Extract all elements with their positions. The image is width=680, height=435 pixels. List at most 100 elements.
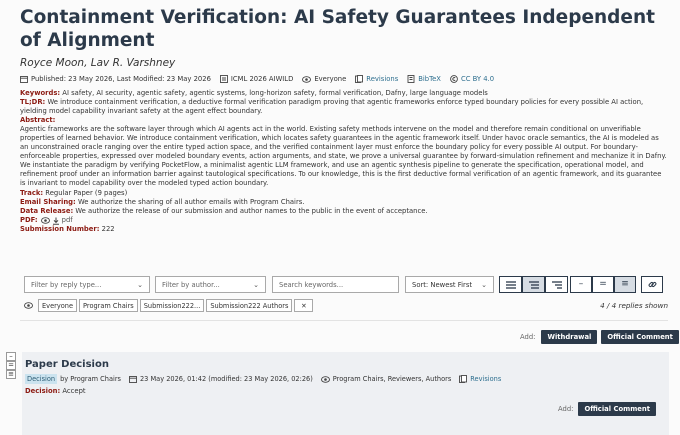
reply-readers: Program Chairs, Reviewers, Authors xyxy=(320,375,452,383)
bibtex-link[interactable]: BibTeX xyxy=(407,75,441,83)
keyword-search-input[interactable]: Search keywords... xyxy=(272,276,399,293)
reader-filter-chips: Everyone Program Chairs Submission222...… xyxy=(24,299,315,312)
expand-all-button[interactable]: ≡ xyxy=(614,276,636,293)
author-filter[interactable]: Filter by author... ⌄ xyxy=(155,276,266,293)
reply-card xyxy=(22,352,669,435)
reply-readers-text: Program Chairs, Reviewers, Authors xyxy=(332,375,452,383)
release-label: Data Release: xyxy=(20,207,74,215)
release-value: We authorize the release of our submissi… xyxy=(75,207,428,215)
replies-count: 4 / 4 replies shown xyxy=(600,301,668,310)
abstract-row: Abstract: Agentic frameworks are the sof… xyxy=(20,116,668,188)
threaded-list-icon xyxy=(528,280,539,289)
calendar-icon xyxy=(20,75,28,83)
pdf-link[interactable]: pdf xyxy=(62,216,73,225)
reply-date: 23 May 2026, 01:42 (modified: 23 May 202… xyxy=(129,375,313,383)
revisions-link[interactable]: Revisions xyxy=(355,75,398,83)
collapse-reply-button[interactable]: – xyxy=(6,352,16,361)
reply-signature: by Program Chairs xyxy=(60,375,121,383)
collapse-button[interactable]: – xyxy=(570,276,592,293)
invitation-badge: Decision xyxy=(25,374,58,384)
reply-add-label: Add: xyxy=(558,405,574,413)
expand-all-reply-button[interactable]: ≡ xyxy=(6,370,16,379)
author-placeholder: Filter by author... xyxy=(162,280,220,289)
venue-icon xyxy=(219,75,228,83)
meta-bar: Published: 23 May 2026, Last Modified: 2… xyxy=(20,75,503,83)
abstract-label: Abstract: xyxy=(20,116,56,124)
search-placeholder: Search keywords... xyxy=(279,280,344,289)
divider xyxy=(20,320,668,321)
chevron-down-icon: ⌄ xyxy=(481,280,487,289)
readers-info: Everyone xyxy=(302,75,346,83)
reply-type-filter[interactable]: Filter by reply type... ⌄ xyxy=(24,276,150,293)
tldr-row: TL;DR: We introduce containment verifica… xyxy=(20,98,668,116)
track-value: Regular Paper (9 pages) xyxy=(45,189,128,197)
sort-value: Sort: Newest First xyxy=(412,280,473,289)
clear-chips-button[interactable]: ✕ xyxy=(294,299,314,312)
track-row: Track: Regular Paper (9 pages) xyxy=(20,189,668,198)
reply-revisions-label[interactable]: Revisions xyxy=(470,375,501,383)
email-row: Email Sharing: We authorize the sharing … xyxy=(20,198,668,207)
sort-select[interactable]: Sort: Newest First ⌄ xyxy=(405,276,494,293)
readers-text: Everyone xyxy=(314,75,347,83)
revisions-label[interactable]: Revisions xyxy=(366,75,398,83)
keywords-label: Keywords: xyxy=(20,89,61,97)
chip-everyone[interactable]: Everyone xyxy=(38,299,78,312)
reply-official-comment-button[interactable]: Official Comment xyxy=(578,402,656,416)
download-icon[interactable] xyxy=(52,217,60,225)
bibtex-icon xyxy=(407,75,415,83)
submission-value: 222 xyxy=(101,225,115,233)
keywords-value: AI safety, AI security, agentic safety, … xyxy=(62,89,488,97)
email-value: We authorize the sharing of all author e… xyxy=(77,198,305,206)
tldr-label: TL;DR: xyxy=(20,98,46,106)
abstract-value: Agentic frameworks are the software laye… xyxy=(20,125,667,187)
default-expand-button[interactable]: = xyxy=(592,276,614,293)
decision-value: Accept xyxy=(62,387,86,395)
triple-bar-icon: ≡ xyxy=(621,279,629,289)
page-title: Containment Verification: AI Safety Guar… xyxy=(20,7,655,51)
copyright-icon xyxy=(450,75,458,83)
copy-link-button[interactable] xyxy=(641,276,663,293)
chevron-down-icon: ⌄ xyxy=(253,280,259,289)
nested-view-button[interactable] xyxy=(545,276,568,293)
pdf-label: PDF: xyxy=(20,216,38,224)
published-info: Published: 23 May 2026, Last Modified: 2… xyxy=(20,75,211,83)
chevron-down-icon: ⌄ xyxy=(137,280,143,289)
reply-date-text: 23 May 2026, 01:42 (modified: 23 May 202… xyxy=(139,375,313,383)
chip-program-chairs[interactable]: Program Chairs xyxy=(79,299,138,312)
reply-type-placeholder: Filter by reply type... xyxy=(31,280,102,289)
decision-label: Decision: xyxy=(25,387,61,395)
reply-revisions-link[interactable]: Revisions xyxy=(459,375,501,383)
decision-row: Decision: Accept xyxy=(25,387,86,395)
linear-view-button[interactable] xyxy=(499,276,522,293)
withdrawal-button[interactable]: Withdrawal xyxy=(541,330,598,344)
keywords-row: Keywords: AI safety, AI security, agenti… xyxy=(20,89,668,98)
pdf-row: PDF: pdf xyxy=(20,216,668,225)
eye-icon xyxy=(24,302,33,309)
published-text: Published: 23 May 2026, Last Modified: 2… xyxy=(31,75,211,83)
chip-submission222[interactable]: Submission222... xyxy=(139,299,205,312)
license-info: CC BY 4.0 xyxy=(450,75,494,83)
track-label: Track: xyxy=(20,189,44,197)
threaded-view-button[interactable] xyxy=(522,276,545,293)
add-label: Add: xyxy=(520,333,536,341)
submission-row: Submission Number: 222 xyxy=(20,225,668,234)
equals-icon: = xyxy=(599,279,607,289)
official-comment-button[interactable]: Official Comment xyxy=(601,330,679,344)
expand-reply-button[interactable]: = xyxy=(6,361,16,370)
email-label: Email Sharing: xyxy=(20,198,76,206)
authors: Royce Moon, Lav R. Varshney xyxy=(20,57,176,69)
tldr-value: We introduce containment verification, a… xyxy=(20,98,644,115)
minus-icon: – xyxy=(578,279,584,289)
submission-label: Submission Number: xyxy=(20,225,100,233)
venue-info: ICML 2026 AIWILD xyxy=(219,75,294,83)
pdf-view-icon[interactable] xyxy=(40,217,50,224)
license-label[interactable]: CC BY 4.0 xyxy=(461,75,494,83)
venue-text: ICML 2026 AIWILD xyxy=(230,75,294,83)
add-actions: Add: Withdrawal Official Comment xyxy=(520,330,679,344)
calendar-icon xyxy=(129,375,137,383)
reply-add-actions: Add: Official Comment xyxy=(558,402,656,416)
reply-meta: Decision by Program Chairs 23 May 2026, … xyxy=(25,374,509,384)
eye-icon xyxy=(302,75,312,83)
chip-submission222-authors[interactable]: Submission222 Authors xyxy=(206,299,293,312)
bibtex-label[interactable]: BibTeX xyxy=(418,75,441,83)
